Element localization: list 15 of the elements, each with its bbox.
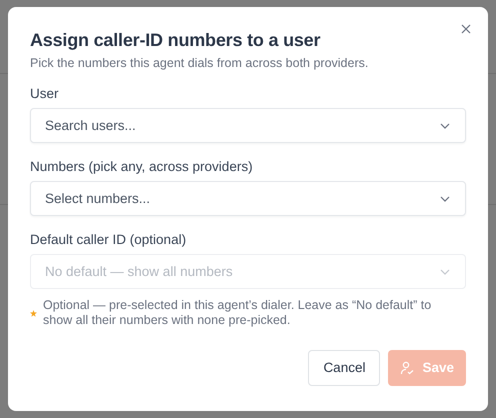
dialog-title: Assign caller-ID numbers to a user: [30, 29, 322, 51]
chevron-down-icon: [440, 123, 450, 129]
chevron-down-icon: [440, 269, 450, 275]
dialog-subtitle: Pick the numbers this agent dials from across both providers.: [30, 55, 370, 71]
asterisk-icon: [30, 310, 37, 316]
close-icon[interactable]: [460, 23, 472, 35]
field-label: Numbers (pick any, across providers): [30, 158, 254, 175]
cancel-button[interactable]: Cancel: [308, 350, 380, 386]
field-label: User: [30, 85, 60, 102]
select-field[interactable]: Search users...: [30, 108, 466, 143]
field-label: Default caller ID (optional): [30, 231, 188, 248]
user-check-icon: [400, 361, 414, 375]
hint-text: Optional — pre-selected in this agent’s dialer. Leave as “No default” to show all their numbers with none pre-picked.: [43, 298, 432, 328]
chevron-down-icon: [440, 196, 450, 202]
select-field[interactable]: Select numbers...: [30, 181, 466, 216]
